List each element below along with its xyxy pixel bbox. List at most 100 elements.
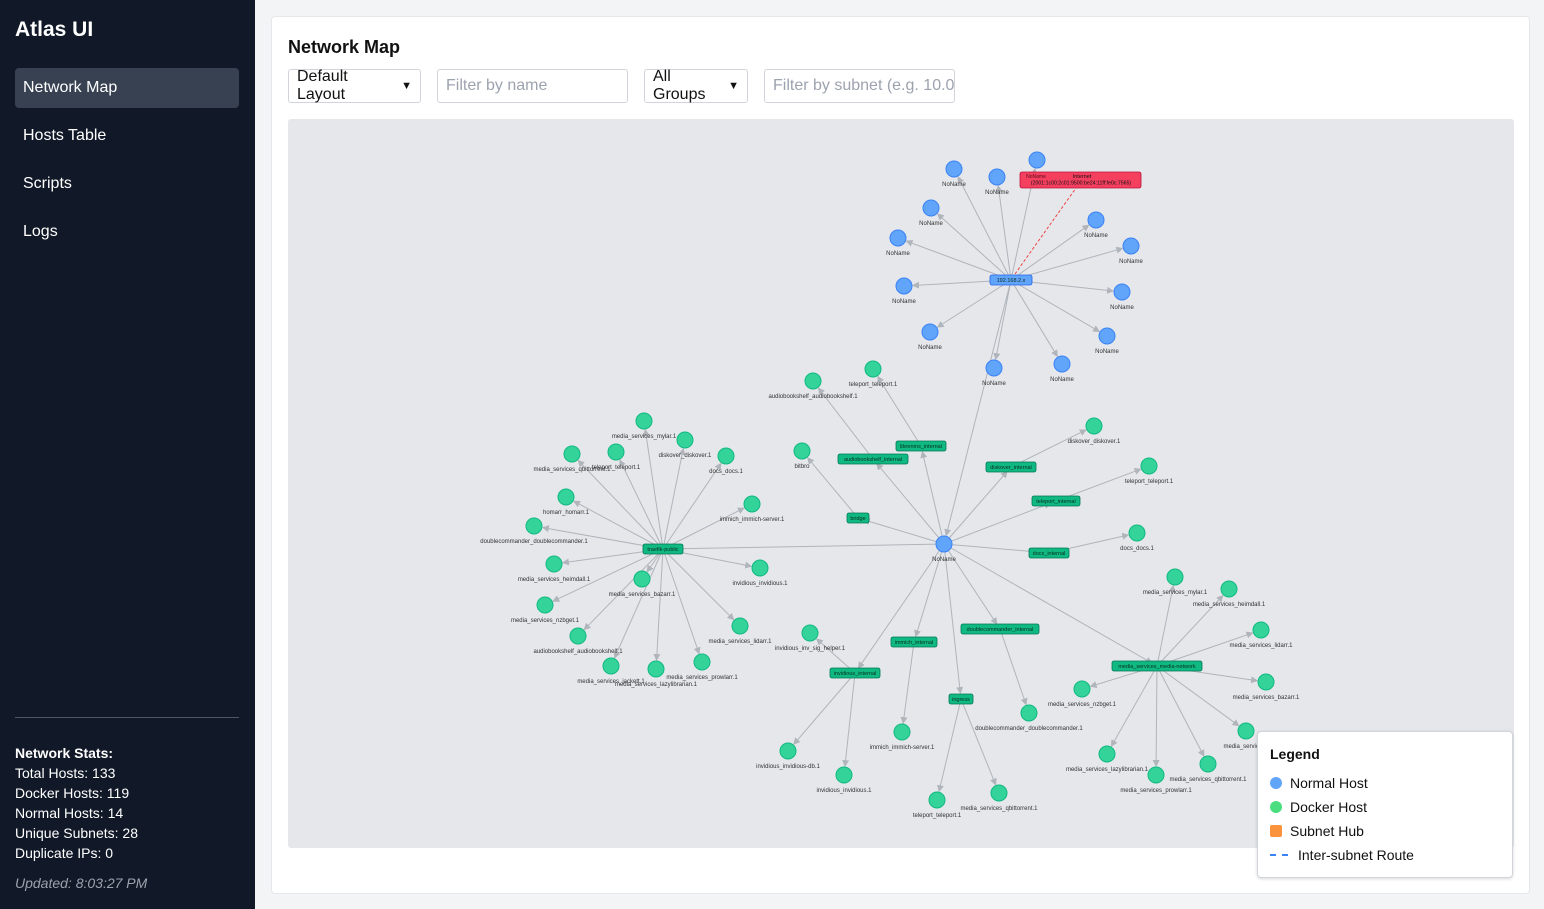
normal-host-node[interactable] <box>1053 355 1071 373</box>
graph-edge <box>1156 665 1205 757</box>
graph-edge <box>862 518 945 545</box>
graph-edge <box>1156 584 1176 667</box>
sidebar: Atlas UI Network Map Hosts Table Scripts… <box>0 0 255 909</box>
normal-host-node[interactable] <box>935 535 953 553</box>
docker-host-node[interactable] <box>1098 745 1116 763</box>
internet-address: (2001:1c00:2c01:9500:be24:11ff:fe0c:7565… <box>1031 181 1131 187</box>
docker-host-dot-icon <box>1270 801 1282 813</box>
node-label: teleport_teleport.1 <box>913 813 962 819</box>
subnet-hub-label: ingress <box>952 697 970 703</box>
legend-label: Inter-subnet Route <box>1298 847 1414 863</box>
subnet-filter-input[interactable]: Filter by subnet (e.g. 10.0. <box>764 69 955 103</box>
docker-host-node[interactable] <box>525 517 543 535</box>
docker-host-node[interactable] <box>1257 673 1275 691</box>
normal-host-node[interactable] <box>985 359 1003 377</box>
group-select[interactable]: All Groups ▼ <box>644 68 748 103</box>
graph-edge <box>876 462 945 545</box>
graph-edge <box>943 543 964 695</box>
normal-host-node[interactable] <box>1028 151 1046 169</box>
normal-host-node[interactable] <box>945 160 963 178</box>
internet-label: Internet <box>1073 174 1092 180</box>
node-label: invidious_invidious.1 <box>732 581 788 587</box>
node-label: teleport_teleport.1 <box>1125 479 1174 485</box>
normal-host-dot-icon <box>1270 777 1282 789</box>
normal-host-node[interactable] <box>1122 237 1140 255</box>
node-label: doublecommander_doublecommander.1 <box>480 539 588 545</box>
docker-host-node[interactable] <box>928 791 946 809</box>
docker-host-node[interactable] <box>1237 722 1255 740</box>
docker-host-node[interactable] <box>676 431 694 449</box>
node-label: media_services_nzbget.1 <box>511 618 580 624</box>
docker-host-node[interactable] <box>779 742 797 760</box>
nav-network-map[interactable]: Network Map <box>15 68 239 108</box>
subnet-hub-label: audiobookshelf_internal <box>844 457 902 463</box>
normal-host-node[interactable] <box>921 323 939 341</box>
normal-host-node[interactable] <box>1098 327 1116 345</box>
name-filter-input[interactable]: Filter by name <box>437 69 628 103</box>
normal-host-node[interactable] <box>889 229 907 247</box>
normal-host-node[interactable] <box>1087 211 1105 229</box>
docker-host-node[interactable] <box>1147 766 1165 784</box>
node-label: audiobookshelf_audiobookshelf.1 <box>533 649 623 655</box>
nav-hosts-table[interactable]: Hosts Table <box>15 116 239 156</box>
node-label: homarr_homarr.1 <box>543 510 590 516</box>
normal-host-node[interactable] <box>895 277 913 295</box>
docker-host-node[interactable] <box>635 412 653 430</box>
graph-edge <box>1152 665 1160 768</box>
docker-host-node[interactable] <box>1085 417 1103 435</box>
docker-host-node[interactable] <box>693 653 711 671</box>
docker-host-node[interactable] <box>793 442 811 460</box>
graph-edge <box>667 543 945 553</box>
docker-host-node[interactable] <box>545 555 563 573</box>
docker-host-node[interactable] <box>1199 755 1217 773</box>
normal-host-node[interactable] <box>988 168 1006 186</box>
node-label: media_services_lazylibrarian.1 <box>1066 767 1149 773</box>
docker-host-node[interactable] <box>1166 568 1184 586</box>
graph-edge <box>995 184 1012 281</box>
docker-host-node[interactable] <box>990 784 1008 802</box>
node-label: media_services_nzbget.1 <box>1048 702 1117 708</box>
docker-host-node[interactable] <box>804 372 822 390</box>
docker-host-node[interactable] <box>557 488 575 506</box>
graph-edge <box>1156 665 1240 727</box>
docker-host-node[interactable] <box>1252 621 1270 639</box>
graph-edge <box>960 698 997 786</box>
docker-host-node[interactable] <box>743 495 761 513</box>
docker-host-node[interactable] <box>647 660 665 678</box>
normal-host-node[interactable] <box>1113 283 1131 301</box>
node-label: invidious_inv_sig_helper.1 <box>775 646 846 652</box>
docker-host-node[interactable] <box>1128 524 1146 542</box>
layout-select[interactable]: Default Layout ▼ <box>288 68 421 103</box>
docker-host-node[interactable] <box>864 360 882 378</box>
docker-host-node[interactable] <box>893 723 911 741</box>
node-label: NoName <box>1050 377 1074 383</box>
docker-host-node[interactable] <box>1073 680 1091 698</box>
graph-edge <box>944 279 1012 537</box>
normal-host-node[interactable] <box>922 199 940 217</box>
node-label: media_services_qbittorrent.1 <box>1169 777 1247 783</box>
node-label: media_services_lidarr.1 <box>708 639 772 645</box>
docker-host-node[interactable] <box>717 447 735 465</box>
docker-host-node[interactable] <box>835 766 853 784</box>
app-title: Atlas UI <box>15 18 94 41</box>
docker-host-node[interactable] <box>607 443 625 461</box>
docker-host-node[interactable] <box>801 624 819 642</box>
docker-host-node[interactable] <box>633 570 651 588</box>
node-label: NoName <box>1084 233 1108 239</box>
nav-scripts[interactable]: Scripts <box>15 164 239 204</box>
subnet-hub-label: immich_internal <box>895 640 934 646</box>
node-label: NoName <box>892 299 916 305</box>
docker-host-node[interactable] <box>536 596 554 614</box>
nav-logs[interactable]: Logs <box>15 212 239 252</box>
docker-host-node[interactable] <box>731 617 749 635</box>
docker-host-node[interactable] <box>1020 704 1038 722</box>
docker-host-node[interactable] <box>751 559 769 577</box>
node-label: immich_immich-server.1 <box>870 745 935 751</box>
docker-host-node[interactable] <box>563 445 581 463</box>
docker-host-node[interactable] <box>602 657 620 675</box>
graph-edge <box>1010 224 1090 281</box>
legend-inter-subnet-route: Inter-subnet Route <box>1270 847 1414 863</box>
docker-host-node[interactable] <box>569 627 587 645</box>
docker-host-node[interactable] <box>1140 457 1158 475</box>
docker-host-node[interactable] <box>1220 580 1238 598</box>
